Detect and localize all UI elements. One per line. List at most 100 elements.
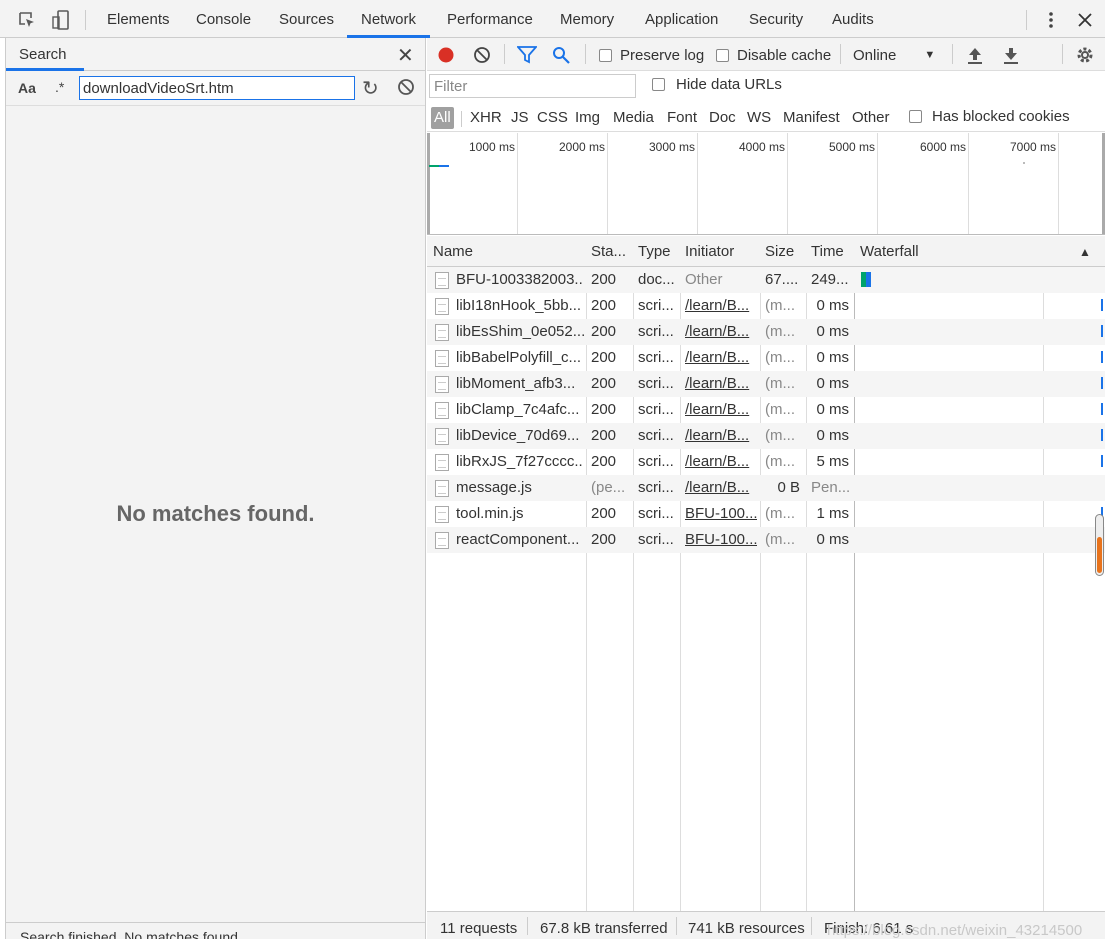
tab-audits[interactable]: Audits (832, 0, 874, 38)
type-filter-css[interactable]: CSS (534, 107, 571, 129)
cell-name: BFU-1003382003... (456, 271, 584, 288)
file-icon (435, 298, 449, 315)
type-filter-img[interactable]: Img (572, 107, 603, 129)
refresh-icon[interactable]: ↻ (362, 76, 379, 101)
close-search-icon[interactable]: ✕ (397, 43, 414, 68)
file-icon (435, 532, 449, 549)
sort-ascending-icon[interactable]: ▲ (1079, 245, 1091, 259)
column-header-size[interactable]: Size (765, 243, 794, 260)
cell-name: message.js (456, 479, 532, 496)
match-case-toggle[interactable]: Aa (18, 80, 36, 96)
search-tab-label[interactable]: Search (19, 46, 67, 63)
filter-input[interactable] (429, 74, 636, 98)
table-row[interactable]: libClamp_7c4afc... 200 scri... /learn/B... (… (427, 397, 1105, 423)
tab-application[interactable]: Application (645, 0, 718, 38)
checkbox[interactable] (652, 78, 665, 91)
cell-initiator[interactable]: /learn/B... (685, 479, 757, 496)
column-header-type[interactable]: Type (638, 243, 671, 260)
type-filter-other[interactable]: Other (849, 107, 893, 129)
overview-grid-line (877, 133, 878, 234)
import-har-icon[interactable] (967, 44, 983, 66)
cell-initiator[interactable]: BFU-100... (685, 505, 757, 522)
column-header-name[interactable]: Name (433, 243, 473, 260)
file-icon (435, 272, 449, 289)
cell-initiator[interactable]: /learn/B... (685, 427, 757, 444)
cell-initiator[interactable]: /learn/B... (685, 349, 757, 366)
cell-initiator[interactable]: /learn/B... (685, 297, 757, 314)
table-row[interactable]: libRxJS_7f27cccc... 200 scri... /learn/B...… (427, 449, 1105, 475)
type-filter-ws[interactable]: WS (744, 107, 774, 129)
cell-initiator[interactable]: /learn/B... (685, 375, 757, 392)
cell-name: libClamp_7c4afc... (456, 401, 580, 418)
cell-type: scri... (638, 531, 674, 548)
filter-icon[interactable] (517, 44, 537, 66)
hide-data-urls-checkbox[interactable]: Hide data URLs (652, 76, 782, 93)
table-row[interactable]: BFU-1003382003... 200 doc... Other 67.... 249… (427, 267, 1105, 293)
tab-network[interactable]: Network (361, 0, 416, 38)
tab-console[interactable]: Console (196, 0, 251, 38)
clear-log-icon[interactable] (473, 44, 491, 66)
column-header-initiator[interactable]: Initiator (685, 243, 734, 260)
cell-status: 200 (591, 427, 617, 444)
overview-grid-line (427, 133, 430, 234)
has-blocked-cookies-checkbox[interactable]: Has blocked cookies (909, 108, 1070, 125)
type-filter-doc[interactable]: Doc (706, 107, 739, 129)
cell-initiator[interactable]: /learn/B... (685, 401, 757, 418)
table-row[interactable]: reactComponent... 200 scri... BFU-100... (m.… (427, 527, 1105, 553)
tab-sources[interactable]: Sources (279, 0, 334, 38)
column-header-time[interactable]: Time (811, 243, 844, 260)
cell-size: (m... (765, 323, 795, 340)
inspect-element-icon[interactable] (16, 9, 38, 31)
tab-memory[interactable]: Memory (560, 0, 614, 38)
waterfall-scrollbar[interactable] (1095, 514, 1104, 576)
export-har-icon[interactable] (1003, 44, 1019, 66)
timeline-overview[interactable]: 1000 ms 2000 ms 3000 ms 4000 ms 5000 ms … (427, 133, 1105, 235)
search-input[interactable] (79, 76, 355, 100)
close-devtools-icon[interactable] (1074, 9, 1096, 31)
table-row[interactable]: message.js (pe... scri... /learn/B... 0 B Pen… (427, 475, 1105, 501)
table-header: Name Sta... Type Initiator Size Time Wat… (427, 236, 1105, 267)
cell-initiator[interactable]: /learn/B... (685, 323, 757, 340)
disable-cache-checkbox[interactable]: Disable cache (716, 44, 831, 66)
cell-status: 200 (591, 297, 617, 314)
table-row[interactable]: libMoment_afb3... 200 scri... /learn/B... (m… (427, 371, 1105, 397)
search-icon[interactable] (552, 44, 570, 66)
type-filter-font[interactable]: Font (664, 107, 700, 129)
search-panel: Search ✕ Aa .* ↻ No matches found. Searc… (5, 38, 426, 939)
type-filter-manifest[interactable]: Manifest (780, 107, 843, 129)
more-options-icon[interactable] (1040, 9, 1062, 31)
type-filter-js[interactable]: JS (508, 107, 532, 129)
cell-time: 1 ms (816, 505, 849, 522)
throttling-select[interactable]: Online ▼ (853, 44, 935, 66)
checkbox[interactable] (599, 48, 612, 62)
overview-grid-line (1058, 133, 1059, 234)
tab-performance[interactable]: Performance (447, 0, 533, 38)
table-row[interactable]: libEsShim_0e052... 200 scri... /learn/B... (… (427, 319, 1105, 345)
device-toolbar-icon[interactable] (50, 9, 72, 31)
clear-search-icon[interactable] (397, 78, 415, 96)
table-row[interactable]: tool.min.js 200 scri... BFU-100... (m... 1 ms (427, 501, 1105, 527)
type-filter-xhr[interactable]: XHR (467, 107, 505, 129)
checkbox[interactable] (909, 110, 922, 123)
regex-toggle[interactable]: .* (55, 79, 64, 95)
tab-elements[interactable]: Elements (107, 0, 170, 38)
checkbox[interactable] (716, 48, 729, 62)
type-filter-all[interactable]: All (431, 107, 454, 129)
type-filter-media[interactable]: Media (610, 107, 657, 129)
cell-initiator[interactable]: BFU-100... (685, 531, 757, 548)
table-row[interactable]: libBabelPolyfill_c... 200 scri... /learn/B.… (427, 345, 1105, 371)
file-icon (435, 480, 449, 497)
record-button[interactable] (437, 44, 455, 66)
toolbar-divider (461, 111, 462, 127)
cell-name: libBabelPolyfill_c... (456, 349, 582, 366)
cell-initiator[interactable]: /learn/B... (685, 453, 757, 470)
scrollbar-thumb[interactable] (1097, 537, 1102, 573)
table-row[interactable]: libDevice_70d69... 200 scri... /learn/B... (… (427, 423, 1105, 449)
tab-security[interactable]: Security (749, 0, 803, 38)
preserve-log-label: Preserve log (620, 46, 705, 64)
network-settings-icon[interactable] (1075, 44, 1095, 66)
column-header-waterfall[interactable]: Waterfall (860, 243, 919, 260)
column-header-status[interactable]: Sta... (591, 243, 626, 260)
table-row[interactable]: libI18nHook_5bb... 200 scri... /learn/B... (… (427, 293, 1105, 319)
preserve-log-checkbox[interactable]: Preserve log (599, 44, 704, 66)
